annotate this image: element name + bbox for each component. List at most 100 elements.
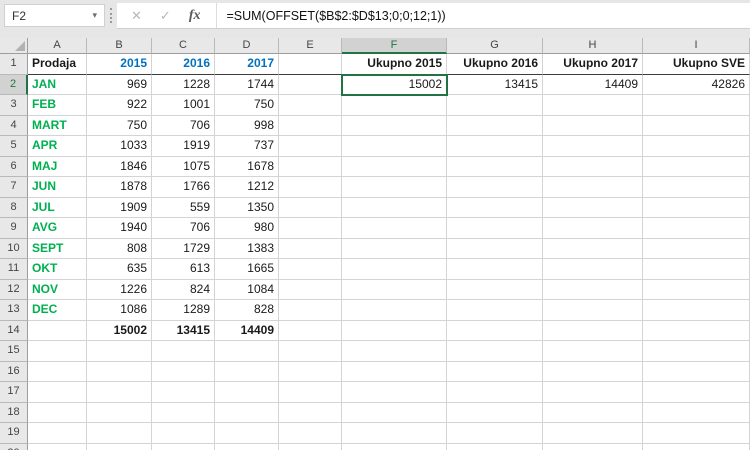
cell-G14[interactable] (447, 321, 543, 342)
cell-I4[interactable] (643, 116, 750, 137)
cell-I17[interactable] (643, 382, 750, 403)
cell-I18[interactable] (643, 403, 750, 424)
cell-F2[interactable]: 15002 (342, 75, 447, 96)
cell-F10[interactable] (342, 239, 447, 260)
cell-F18[interactable] (342, 403, 447, 424)
cell-B20[interactable] (87, 444, 152, 450)
cell-H16[interactable] (543, 362, 643, 383)
cell-A10[interactable]: SEPT (28, 239, 87, 260)
row-header-8[interactable]: 8 (0, 198, 28, 219)
cell-C2[interactable]: 1228 (152, 75, 215, 96)
cell-D15[interactable] (215, 341, 279, 362)
cell-A4[interactable]: MART (28, 116, 87, 137)
cell-E5[interactable] (279, 136, 342, 157)
cell-E3[interactable] (279, 95, 342, 116)
cell-I13[interactable] (643, 300, 750, 321)
column-header-B[interactable]: B (87, 38, 152, 54)
cell-D4[interactable]: 998 (215, 116, 279, 137)
cell-H5[interactable] (543, 136, 643, 157)
cell-C5[interactable]: 1919 (152, 136, 215, 157)
cell-B14[interactable]: 15002 (87, 321, 152, 342)
row-header-20[interactable]: 20 (0, 444, 28, 450)
cell-F4[interactable] (342, 116, 447, 137)
cell-A20[interactable] (28, 444, 87, 450)
row-header-5[interactable]: 5 (0, 136, 28, 157)
cell-C13[interactable]: 1289 (152, 300, 215, 321)
cell-H7[interactable] (543, 177, 643, 198)
cell-C8[interactable]: 559 (152, 198, 215, 219)
cell-E18[interactable] (279, 403, 342, 424)
cell-C15[interactable] (152, 341, 215, 362)
cell-B3[interactable]: 922 (87, 95, 152, 116)
cell-C16[interactable] (152, 362, 215, 383)
cell-G16[interactable] (447, 362, 543, 383)
cell-D13[interactable]: 828 (215, 300, 279, 321)
cell-G1[interactable]: Ukupno 2016 (447, 54, 543, 75)
row-header-6[interactable]: 6 (0, 157, 28, 178)
row-header-14[interactable]: 14 (0, 321, 28, 342)
cell-D7[interactable]: 1212 (215, 177, 279, 198)
cell-E6[interactable] (279, 157, 342, 178)
row-header-12[interactable]: 12 (0, 280, 28, 301)
cell-I8[interactable] (643, 198, 750, 219)
row-header-11[interactable]: 11 (0, 259, 28, 280)
row-header-19[interactable]: 19 (0, 423, 28, 444)
cell-G5[interactable] (447, 136, 543, 157)
cell-D12[interactable]: 1084 (215, 280, 279, 301)
cell-H9[interactable] (543, 218, 643, 239)
cell-C11[interactable]: 613 (152, 259, 215, 280)
cell-E1[interactable] (279, 54, 342, 75)
cell-C1[interactable]: 2016 (152, 54, 215, 75)
row-header-7[interactable]: 7 (0, 177, 28, 198)
cell-E8[interactable] (279, 198, 342, 219)
cell-I11[interactable] (643, 259, 750, 280)
cell-F9[interactable] (342, 218, 447, 239)
cell-F1[interactable]: Ukupno 2015 (342, 54, 447, 75)
cell-A6[interactable]: MAJ (28, 157, 87, 178)
cell-B13[interactable]: 1086 (87, 300, 152, 321)
cell-F17[interactable] (342, 382, 447, 403)
insert-function-icon[interactable]: fx (189, 8, 201, 24)
cell-F15[interactable] (342, 341, 447, 362)
cell-G18[interactable] (447, 403, 543, 424)
cell-A17[interactable] (28, 382, 87, 403)
cell-G9[interactable] (447, 218, 543, 239)
cell-C7[interactable]: 1766 (152, 177, 215, 198)
cell-C12[interactable]: 824 (152, 280, 215, 301)
row-header-3[interactable]: 3 (0, 95, 28, 116)
cell-H11[interactable] (543, 259, 643, 280)
cell-C3[interactable]: 1001 (152, 95, 215, 116)
cell-E17[interactable] (279, 382, 342, 403)
cell-I3[interactable] (643, 95, 750, 116)
cell-H15[interactable] (543, 341, 643, 362)
cell-A15[interactable] (28, 341, 87, 362)
cell-H19[interactable] (543, 423, 643, 444)
cell-D17[interactable] (215, 382, 279, 403)
cell-I12[interactable] (643, 280, 750, 301)
formula-input[interactable]: =SUM(OFFSET($B$2:$D$13;0;0;12;1)) (217, 9, 445, 23)
row-header-2[interactable]: 2 (0, 75, 28, 96)
cell-H1[interactable]: Ukupno 2017 (543, 54, 643, 75)
enter-icon[interactable]: ✓ (160, 8, 171, 24)
cell-F8[interactable] (342, 198, 447, 219)
cell-G15[interactable] (447, 341, 543, 362)
cell-C10[interactable]: 1729 (152, 239, 215, 260)
cell-G19[interactable] (447, 423, 543, 444)
column-header-A[interactable]: A (28, 38, 87, 54)
column-header-C[interactable]: C (152, 38, 215, 54)
cell-I7[interactable] (643, 177, 750, 198)
cell-E20[interactable] (279, 444, 342, 450)
column-header-H[interactable]: H (543, 38, 643, 54)
cell-F11[interactable] (342, 259, 447, 280)
row-header-17[interactable]: 17 (0, 382, 28, 403)
cell-A2[interactable]: JAN (28, 75, 87, 96)
cell-D20[interactable] (215, 444, 279, 450)
cell-A3[interactable]: FEB (28, 95, 87, 116)
cell-B4[interactable]: 750 (87, 116, 152, 137)
cell-I20[interactable] (643, 444, 750, 450)
cell-G6[interactable] (447, 157, 543, 178)
cell-A12[interactable]: NOV (28, 280, 87, 301)
cell-C20[interactable] (152, 444, 215, 450)
cell-A18[interactable] (28, 403, 87, 424)
cell-G4[interactable] (447, 116, 543, 137)
